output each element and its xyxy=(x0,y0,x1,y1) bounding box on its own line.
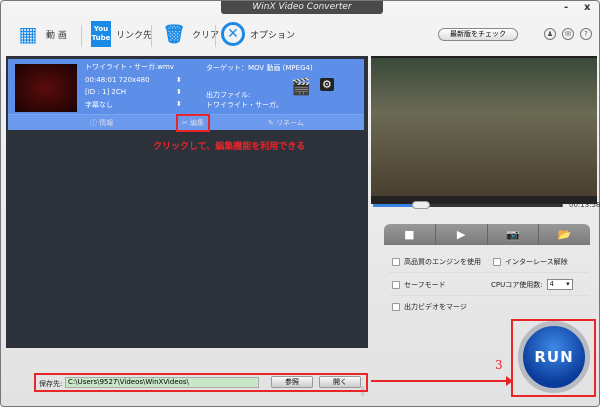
add-video-label: 動 画 xyxy=(46,30,67,41)
file-item[interactable]: トワイライト・サーガ.wmv 00:48:01 720x480 [ID : 1]… xyxy=(8,59,364,132)
annotation-arrow xyxy=(371,380,509,382)
save-to-label: 保存先: xyxy=(39,380,63,388)
trash-icon: 🗑 xyxy=(162,23,186,45)
youtube-link-button[interactable]: You Tube リンク先 xyxy=(91,21,152,47)
safe-mode-label: セーフモード xyxy=(404,281,446,289)
link-label: リンク先 xyxy=(116,30,153,41)
hq-engine-label: 高品質のエンジンを使用 xyxy=(404,258,481,266)
rename-button[interactable]: ✎ リネーム xyxy=(268,118,304,128)
add-video-button[interactable]: ▦ 動 画 xyxy=(15,21,67,47)
cpu-core-value: 4 xyxy=(549,280,555,288)
cpu-core-setting: CPUコア使用数: 4 ▾ xyxy=(491,279,573,290)
deinterlace-label: インターレース解除 xyxy=(505,258,568,266)
arrowhead-icon xyxy=(506,376,513,386)
video-thumbnail xyxy=(15,64,77,112)
file-actions-bar: ⓘ 情報 ✂ 編集 ✎ リネーム xyxy=(8,114,364,132)
info-button[interactable]: ⓘ 情報 xyxy=(90,118,113,128)
gear-icon[interactable]: ⚙ xyxy=(320,78,334,91)
checkbox-icon xyxy=(392,258,400,266)
merge-label: 出力ビデオをマージ xyxy=(404,303,467,311)
user-icon[interactable]: ♟ xyxy=(544,28,556,40)
output-file-label: 出力ファイル: xyxy=(206,91,251,99)
cpu-core-select[interactable]: 4 ▾ xyxy=(546,279,573,290)
checkbox-icon xyxy=(392,281,400,289)
stop-icon: ■ xyxy=(404,228,415,241)
step-number: 3 xyxy=(495,358,503,372)
run-button[interactable]: RUN xyxy=(518,321,590,393)
camera-icon: 📷 xyxy=(506,228,520,241)
target-format: ターゲット：MOV 動画 (MPEG4) xyxy=(206,64,313,72)
safe-mode-checkbox[interactable]: セーフモード xyxy=(392,280,446,290)
cpu-core-label: CPUコア使用数: xyxy=(491,280,543,289)
edit-label: 編集 xyxy=(190,119,205,127)
open-button[interactable]: 開く xyxy=(319,376,361,388)
merge-checkbox[interactable]: 出力ビデオをマージ xyxy=(392,302,467,312)
video-preview xyxy=(371,58,597,196)
snapshot-button[interactable]: 📷 xyxy=(488,224,540,245)
file-name: トワイライト・サーガ.wmv xyxy=(85,63,174,71)
tools-icon: ✕ xyxy=(221,22,245,46)
player-controls: ■ ▶ 📷 📂 xyxy=(384,224,590,245)
hq-engine-checkbox[interactable]: 高品質のエンジンを使用 xyxy=(392,257,481,267)
mail-icon[interactable]: ✉ xyxy=(562,28,574,40)
seek-knob[interactable] xyxy=(411,201,430,209)
dropdown-arrow-icon: ▾ xyxy=(566,280,570,288)
close-button[interactable]: x xyxy=(584,2,590,13)
play-time: 00:13:58 xyxy=(569,201,600,209)
clear-button[interactable]: 🗑 クリア xyxy=(161,21,219,47)
app-window: WinX Video Converter - x ▦ 動 画 You Tube … xyxy=(0,0,600,407)
chevron-updown-icon: ⬍ xyxy=(176,100,182,108)
preview-panel xyxy=(371,56,597,204)
edit-button[interactable]: ✂ 編集 xyxy=(175,114,211,132)
audio-track-select[interactable]: [ID : 1] 2CH xyxy=(85,88,126,96)
stop-button[interactable]: ■ xyxy=(384,224,436,245)
rename-label: リネーム xyxy=(276,119,304,127)
check-update-button[interactable]: 最新版をチェック xyxy=(438,28,518,41)
open-folder-button[interactable]: 📂 xyxy=(539,224,590,245)
file-list-panel: トワイライト・サーガ.wmv 00:48:01 720x480 [ID : 1]… xyxy=(6,56,368,396)
checkbox-icon xyxy=(392,303,400,311)
chevron-updown-icon: ⬍ xyxy=(176,76,182,84)
option-label: オプション xyxy=(250,30,296,41)
window-title: WinX Video Converter xyxy=(221,1,383,14)
play-icon: ▶ xyxy=(456,228,466,241)
deinterlace-checkbox[interactable]: インターレース解除 xyxy=(493,257,568,267)
minimize-button[interactable]: - xyxy=(564,2,568,13)
video-clapper-icon[interactable]: 🎬 xyxy=(291,77,311,96)
film-plus-icon: ▦ xyxy=(18,22,38,46)
output-file-name[interactable]: トワイライト・サーガ。 xyxy=(206,100,283,110)
option-button[interactable]: ✕ オプション xyxy=(221,21,295,47)
checkbox-icon xyxy=(493,258,501,266)
info-label: 情報 xyxy=(99,119,114,127)
seek-slider[interactable] xyxy=(373,201,563,209)
duration-info: 00:48:01 720x480 xyxy=(85,76,150,84)
chevron-updown-icon: ⬍ xyxy=(176,88,182,96)
folder-icon: 📂 xyxy=(557,228,572,241)
help-icon[interactable]: ? xyxy=(580,28,592,40)
subtitle-select[interactable]: 字幕なし xyxy=(85,100,113,110)
save-path-input[interactable]: C:\Users\9527\Videos\WinXVideos\ xyxy=(65,377,259,388)
edit-annotation: クリックして、編集機能を利用できる xyxy=(153,142,306,152)
youtube-icon: You Tube xyxy=(91,21,111,47)
browse-button[interactable]: 参照 xyxy=(271,376,313,388)
play-button[interactable]: ▶ xyxy=(436,224,488,245)
